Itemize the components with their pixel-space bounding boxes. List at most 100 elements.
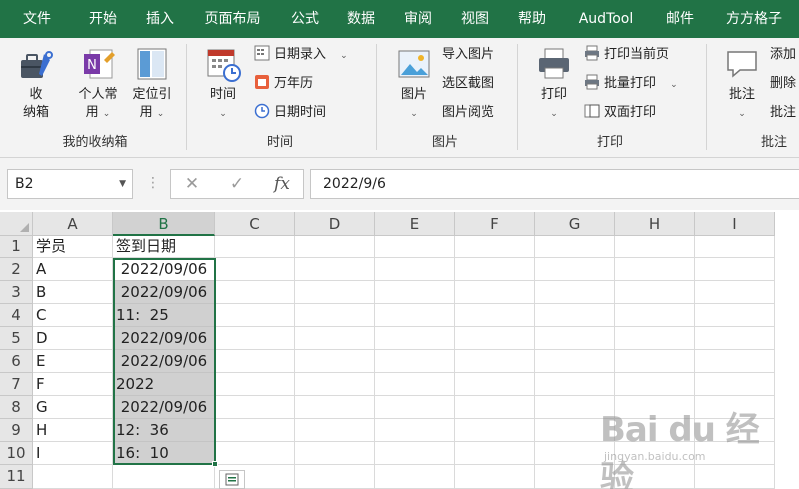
cell-e4[interactable] [375,304,455,327]
cell-i10[interactable] [695,442,775,465]
cell-e2[interactable] [375,258,455,281]
batch-print-button[interactable]: 批量打印 ⌄ [584,73,678,95]
cell-g2[interactable] [535,258,615,281]
cell-a3[interactable]: B [33,281,113,304]
cell-f9[interactable] [455,419,535,442]
tab-audtool[interactable]: AudTool [566,0,646,38]
row-header-10[interactable]: 10 [0,442,33,465]
comment-button[interactable]: 批注 ⌄ [716,44,768,123]
cell-i8[interactable] [695,396,775,419]
cell-b10[interactable]: 16: 10 [113,442,215,465]
name-box[interactable]: B2 ▼ [7,169,133,199]
formula-input[interactable]: 2022/9/6 [310,169,799,199]
cell-c5[interactable] [215,327,295,350]
import-picture-button[interactable]: 导入图片 [442,44,494,66]
cell-h4[interactable] [615,304,695,327]
column-header-d[interactable]: D [295,212,375,236]
row-header-3[interactable]: 3 [0,281,33,304]
cell-f5[interactable] [455,327,535,350]
cell-d10[interactable] [295,442,375,465]
tab-mail[interactable]: 邮件 [656,0,704,38]
cell-c2[interactable] [215,258,295,281]
cell-i9[interactable] [695,419,775,442]
cell-g3[interactable] [535,281,615,304]
row-header-4[interactable]: 4 [0,304,33,327]
cell-e11[interactable] [375,465,455,489]
cell-c3[interactable] [215,281,295,304]
cell-e9[interactable] [375,419,455,442]
calendar-button[interactable]: 万年历 [254,73,313,95]
comment-small-button[interactable]: 批注 [770,102,796,124]
cell-a10[interactable]: I [33,442,113,465]
cell-d5[interactable] [295,327,375,350]
cell-g7[interactable] [535,373,615,396]
cell-e1[interactable] [375,236,455,258]
row-header-11[interactable]: 11 [0,465,33,489]
cell-c1[interactable] [215,236,295,258]
tab-ffgz[interactable]: 方方格子 [714,0,794,38]
cell-g10[interactable] [535,442,615,465]
tab-data[interactable]: 数据 [336,0,386,38]
row-header-7[interactable]: 7 [0,373,33,396]
cell-f2[interactable] [455,258,535,281]
cell-a1[interactable]: 学员 [33,236,113,258]
cell-h8[interactable] [615,396,695,419]
cell-e6[interactable] [375,350,455,373]
cell-b5[interactable]: 2022/09/06 [113,327,215,350]
column-header-b[interactable]: B [113,212,215,236]
drag-handle-icon[interactable]: ⋮ [146,175,160,191]
cell-a11[interactable] [33,465,113,489]
cell-g5[interactable] [535,327,615,350]
column-header-h[interactable]: H [615,212,695,236]
tab-help[interactable]: 帮助 [507,0,557,38]
column-header-g[interactable]: G [535,212,615,236]
cell-a8[interactable]: G [33,396,113,419]
column-header-e[interactable]: E [375,212,455,236]
cell-f3[interactable] [455,281,535,304]
fx-icon[interactable]: fx [267,170,297,198]
cell-g8[interactable] [535,396,615,419]
cell-f1[interactable] [455,236,535,258]
cell-h10[interactable] [615,442,695,465]
cell-e10[interactable] [375,442,455,465]
cell-e5[interactable] [375,327,455,350]
cell-g9[interactable] [535,419,615,442]
cell-f10[interactable] [455,442,535,465]
cell-d8[interactable] [295,396,375,419]
cell-d9[interactable] [295,419,375,442]
cell-b1[interactable]: 签到日期 [113,236,215,258]
date-entry-button[interactable]: 日期录入 ⌄ [254,44,348,66]
cell-d6[interactable] [295,350,375,373]
cell-a7[interactable]: F [33,373,113,396]
cell-i4[interactable] [695,304,775,327]
cell-a4[interactable]: C [33,304,113,327]
locate-ref-button[interactable]: 定位引 用 ⌄ [126,44,178,123]
print-current-button[interactable]: 打印当前页 [584,44,669,66]
enter-icon[interactable]: ✓ [222,170,252,198]
cell-d3[interactable] [295,281,375,304]
cell-g1[interactable] [535,236,615,258]
tab-file[interactable]: 文件 [12,0,62,38]
cell-f11[interactable] [455,465,535,489]
cell-h9[interactable] [615,419,695,442]
chevron-down-icon[interactable]: ▼ [119,170,126,198]
cell-d11[interactable] [295,465,375,489]
storage-button[interactable]: 收 纳箱 [10,44,62,122]
quick-analysis-button[interactable] [219,470,245,489]
cell-a5[interactable]: D [33,327,113,350]
cell-h3[interactable] [615,281,695,304]
cell-h5[interactable] [615,327,695,350]
cell-f7[interactable] [455,373,535,396]
cell-i6[interactable] [695,350,775,373]
cell-h11[interactable] [615,465,695,489]
row-header-9[interactable]: 9 [0,419,33,442]
tab-formulas[interactable]: 公式 [280,0,330,38]
cell-b4[interactable]: 11: 25 [113,304,215,327]
cell-c7[interactable] [215,373,295,396]
tab-review[interactable]: 审阅 [393,0,443,38]
cell-e3[interactable] [375,281,455,304]
add-comment-button[interactable]: 添加 [770,44,796,66]
cell-b9[interactable]: 12: 36 [113,419,215,442]
row-header-1[interactable]: 1 [0,236,33,258]
cell-a6[interactable]: E [33,350,113,373]
